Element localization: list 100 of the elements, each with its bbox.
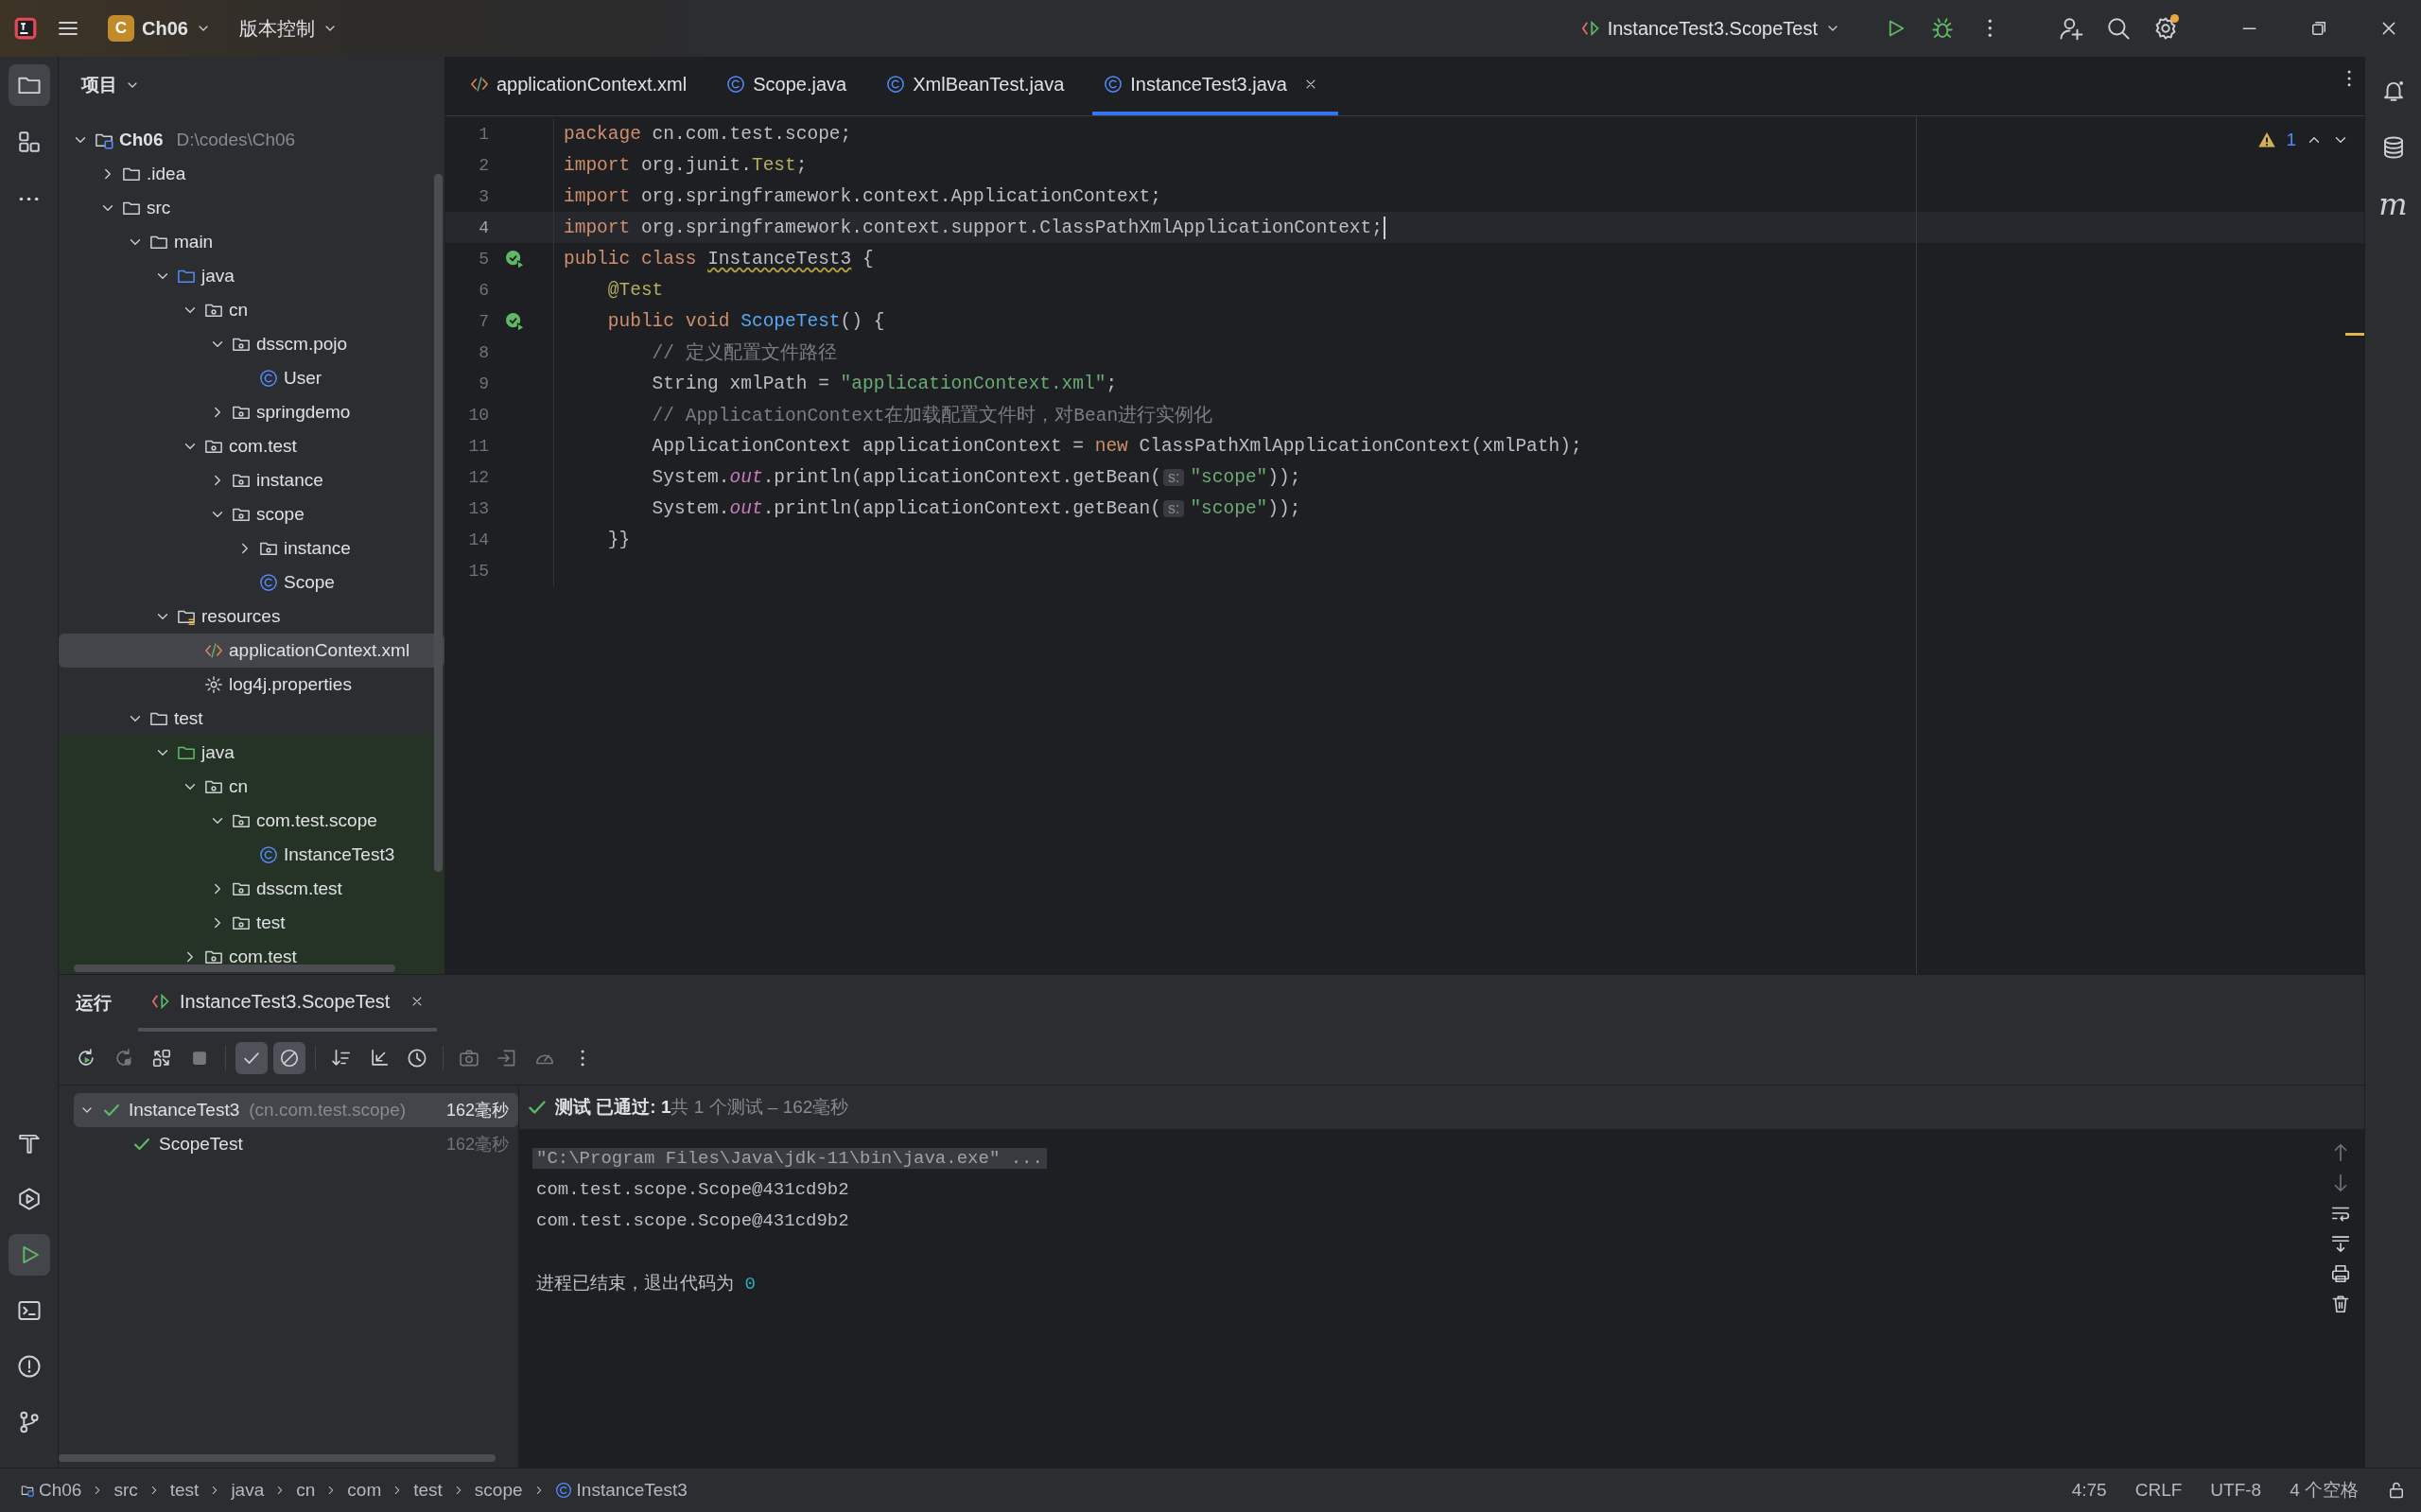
tree-item[interactable]: java (59, 259, 444, 293)
line-number: 15 (467, 561, 489, 581)
line-number: 10 (467, 405, 489, 425)
test-config-icon (151, 992, 170, 1011)
toolbar-button[interactable] (235, 1042, 268, 1074)
breadcrumb[interactable]: src (110, 1480, 142, 1501)
editor-tab[interactable]: Scope.java (715, 57, 868, 115)
class-icon (259, 573, 278, 592)
restore-icon (2309, 19, 2328, 38)
rerun-icon (113, 1048, 134, 1069)
tree-item[interactable]: cn (59, 770, 444, 804)
panel-title[interactable]: 项目 (76, 69, 146, 101)
module-folder-icon (21, 1484, 34, 1497)
rerun-icon (76, 1048, 96, 1069)
tree-item[interactable]: cn (59, 293, 444, 327)
toggle-icon (151, 1048, 172, 1069)
warning-icon (2257, 130, 2277, 149)
tree-item[interactable]: java (59, 736, 444, 770)
run-tab[interactable]: InstanceTest3.ScopeTest (138, 975, 438, 1032)
scrollbar-thumb[interactable] (74, 965, 395, 972)
code-line: // 定义配置文件路径 (651, 341, 837, 365)
status-item[interactable]: UTF-8 (2210, 1480, 2262, 1501)
tree-item[interactable]: InstanceTest3 (59, 838, 444, 872)
test-passed-icon[interactable] (504, 248, 525, 269)
line-number: 5 (478, 249, 489, 269)
print-icon[interactable] (2330, 1263, 2351, 1284)
breadcrumb[interactable]: com (343, 1480, 386, 1501)
vcs-menu[interactable]: 版本控制 (229, 9, 347, 47)
test-tree-item[interactable]: InstanceTest3 (cn.com.test.scope) 162毫秒 (74, 1093, 518, 1127)
scrollbar-thumb[interactable] (59, 1454, 496, 1462)
class-icon (726, 75, 746, 94)
problems-icon (16, 1354, 42, 1379)
scrollbar-thumb[interactable] (434, 174, 443, 872)
tree-item[interactable]: com.test (59, 429, 444, 463)
tree-item[interactable]: main (59, 225, 444, 259)
tree-item[interactable]: .idea (59, 157, 444, 191)
class-icon (554, 1482, 572, 1499)
tool-window-button[interactable] (8, 64, 50, 106)
tree-item[interactable]: Scope (59, 565, 444, 600)
tree-item[interactable]: test (59, 702, 444, 736)
status-item[interactable]: 4 个空格 (2290, 1478, 2359, 1503)
code-file-icon (470, 75, 489, 94)
breadcrumb[interactable]: java (227, 1480, 269, 1501)
test-config-icon (1580, 19, 1600, 38)
bug-icon (1931, 17, 1954, 40)
tool-window-button[interactable]: m (2372, 183, 2414, 225)
editor-tab[interactable]: InstanceTest3.java (1092, 57, 1338, 115)
tree-item[interactable]: scope (59, 497, 444, 531)
project-selector[interactable]: C Ch06 (98, 9, 220, 47)
code-line: String xmlPath = "applicationContext.xml"; (651, 373, 1118, 394)
class-icon (259, 845, 278, 864)
code-line: public class InstanceTest3 { (563, 248, 874, 269)
sort-icon (331, 1048, 352, 1069)
status-item[interactable]: 4:75 (2071, 1480, 2107, 1501)
breadcrumb[interactable]: test (409, 1480, 446, 1501)
cancel-icon (279, 1048, 300, 1069)
tree-item[interactable]: com.test.scope (59, 804, 444, 838)
warning-count[interactable]: 1 (2286, 130, 2296, 150)
editor-tab[interactable]: applicationContext.xml (459, 57, 708, 115)
tree-item[interactable]: applicationContext.xml (59, 634, 444, 668)
lock-icon[interactable] (2387, 1481, 2406, 1500)
tool-window-button[interactable] (8, 1234, 50, 1276)
test-passed-icon[interactable] (504, 310, 525, 332)
breadcrumb[interactable]: scope (470, 1480, 527, 1501)
tree-item[interactable]: instance (59, 463, 444, 497)
search-icon (2106, 16, 2131, 41)
code-line: System.out.println(applicationContext.getBean( s: "scope")); (651, 466, 1301, 488)
tree-item[interactable]: test (59, 906, 444, 940)
tree-item[interactable]: dsscm.test (59, 872, 444, 906)
code-line: ApplicationContext applicationContext = new ClassPathXmlApplicationContext(xmlPath); (651, 435, 1582, 457)
more-icon (1987, 19, 1993, 38)
tree-item[interactable]: springdemo (59, 395, 444, 429)
structure-icon (16, 130, 42, 154)
breadcrumb[interactable]: InstanceTest3 (550, 1480, 691, 1501)
class-icon (259, 369, 278, 388)
code-line: @Test (606, 279, 664, 301)
duration-label: 162毫秒 (445, 1134, 509, 1156)
tree-item[interactable]: log4j.properties (59, 668, 444, 702)
tree-item[interactable]: Ch06 D:\codes\Ch06 (59, 123, 444, 157)
tree-item[interactable]: src (59, 191, 444, 225)
console-line: com.test.scope.Scope@431cd9b2 (536, 1209, 849, 1231)
run-configuration-selector[interactable]: InstanceTest3.ScopeTest (1571, 11, 1850, 45)
test-tree-item[interactable]: ScopeTest 162毫秒 (74, 1127, 518, 1161)
line-number: 1 (478, 124, 489, 144)
tree-item[interactable]: dsscm.pojo (59, 327, 444, 361)
breadcrumb[interactable]: Ch06 (17, 1480, 86, 1501)
project-badge: C (108, 15, 134, 42)
code-line: // ApplicationContext在加载配置文件时，对Bean进行实例化 (651, 404, 1213, 427)
warning-marker (2345, 333, 2364, 336)
status-item[interactable]: CRLF (2134, 1480, 2183, 1501)
trash-icon[interactable] (2330, 1294, 2351, 1314)
breadcrumb[interactable]: cn (292, 1480, 320, 1501)
tree-item[interactable]: resources (59, 600, 444, 634)
tree-item[interactable]: instance (59, 531, 444, 565)
scroll-end-icon[interactable] (2330, 1233, 2351, 1254)
breadcrumb[interactable]: test (165, 1480, 203, 1501)
editor-tab[interactable]: XmlBeanTest.java (875, 57, 1086, 115)
console-line: 进程已结束，退出代码为 0 (536, 1272, 756, 1295)
tree-item[interactable]: User (59, 361, 444, 395)
toolbar-button[interactable] (273, 1042, 305, 1074)
